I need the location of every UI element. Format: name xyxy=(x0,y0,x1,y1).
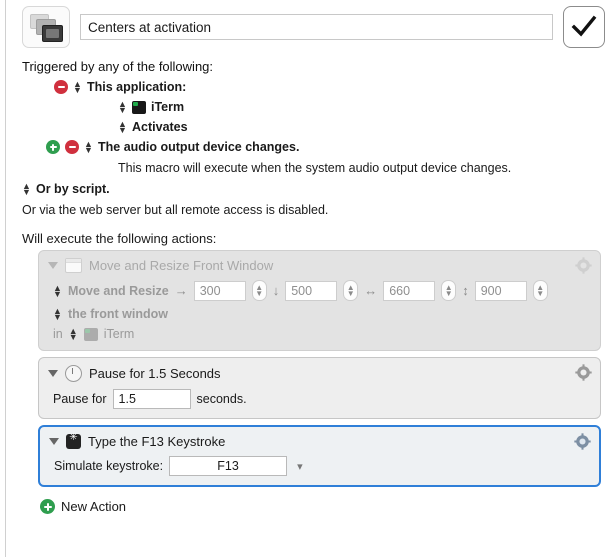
move-resize-mode-label: Move and Resize xyxy=(68,283,169,298)
trigger-type-stepper[interactable]: ▲ ▼ xyxy=(73,80,82,95)
iterm-app-icon xyxy=(132,100,146,114)
target-window-stepper[interactable]: ▲ ▼ xyxy=(53,307,62,322)
pause-prefix-label: Pause for xyxy=(53,392,107,406)
trigger-label-application: This application: xyxy=(87,80,187,94)
window-icon xyxy=(65,258,82,273)
y-axis-icon: ↓ xyxy=(272,283,280,298)
keystroke-input[interactable]: F13 xyxy=(169,456,288,476)
action-title-keystroke: Type the F13 Keystroke xyxy=(88,434,226,449)
keycap-icon xyxy=(66,432,81,449)
confirm-button[interactable] xyxy=(563,6,605,48)
macro-name-input[interactable]: Centers at activation xyxy=(80,14,553,40)
macro-header: Centers at activation xyxy=(6,0,613,52)
move-resize-app-row: in ▲ ▼ iTerm xyxy=(39,323,600,343)
trigger-row-application: ▲ ▼ This application: xyxy=(6,77,613,97)
new-action-button[interactable]: New Action xyxy=(6,493,613,518)
remove-trigger-button[interactable] xyxy=(54,80,68,94)
stacked-windows-icon[interactable] xyxy=(22,6,70,48)
new-action-label: New Action xyxy=(61,499,127,514)
gear-icon-pause[interactable] xyxy=(575,364,592,381)
keystroke-prefix-label: Simulate keystroke: xyxy=(54,459,164,473)
script-trigger-stepper[interactable]: ▲ ▼ xyxy=(22,182,31,197)
trigger-audio-description: This macro will execute when the system … xyxy=(118,161,512,175)
clock-icon xyxy=(65,365,82,382)
move-resize-target-row: ▲ ▼ the front window xyxy=(39,303,600,323)
plus-icon xyxy=(40,499,55,514)
macro-editor-pane: Centers at activation Triggered by any o… xyxy=(6,0,613,557)
trigger-app-row: ▲ ▼ iTerm xyxy=(6,97,613,117)
trigger-app-name: iTerm xyxy=(151,100,185,114)
disclosure-triangle-icon[interactable] xyxy=(48,262,58,269)
target-window-label: the front window xyxy=(68,307,168,321)
target-app-name: iTerm xyxy=(103,327,135,341)
action-pause[interactable]: Pause for 1.5 Seconds Pause for 1.5 seco… xyxy=(38,357,601,419)
pause-seconds-input[interactable]: 1.5 xyxy=(112,389,191,409)
triggers-section-label: Triggered by any of the following: xyxy=(22,59,214,74)
in-label: in xyxy=(53,327,63,341)
action-title-row-pause: Pause for 1.5 Seconds xyxy=(39,362,600,385)
action-type-keystroke[interactable]: Type the F13 Keystroke Simulate keystrok… xyxy=(38,425,601,487)
height-icon: ↕ xyxy=(462,283,469,298)
width-stepper[interactable]: ▲ ▼ xyxy=(441,280,457,301)
window-front xyxy=(42,25,63,42)
trigger-type-stepper-2[interactable]: ▲ ▼ xyxy=(84,140,93,155)
x-axis-icon: → xyxy=(174,283,188,298)
disclosure-triangle-icon-keystroke[interactable] xyxy=(49,438,59,445)
pause-params-row: Pause for 1.5 seconds. xyxy=(39,385,600,411)
add-trigger-button[interactable] xyxy=(46,140,60,154)
web-server-note: Or via the web server but all remote acc… xyxy=(22,203,329,217)
trigger-event-row: ▲ ▼ Activates xyxy=(6,117,613,137)
gear-icon-keystroke[interactable] xyxy=(574,433,591,450)
disclosure-triangle-icon-pause[interactable] xyxy=(48,370,58,377)
y-position-input[interactable]: 500 xyxy=(285,280,338,301)
actions-section-label: Will execute the following actions: xyxy=(22,231,217,246)
width-input[interactable]: 660 xyxy=(383,280,436,301)
macro-name-value: Centers at activation xyxy=(88,19,212,35)
trigger-row-script: ▲ ▼ Or by script. xyxy=(6,179,613,199)
or-by-script-label: Or by script. xyxy=(36,182,110,196)
width-icon: ↔ xyxy=(364,283,378,298)
move-mode-stepper[interactable]: ▲ ▼ xyxy=(53,283,62,298)
action-title: Move and Resize Front Window xyxy=(89,258,274,273)
y-position-stepper[interactable]: ▲ ▼ xyxy=(343,280,359,301)
trigger-event-name: Activates xyxy=(132,120,188,134)
checkmark-icon xyxy=(571,15,597,39)
chevron-down-icon[interactable]: ▾ xyxy=(297,460,303,473)
trigger-row-audio: ▲ ▼ The audio output device changes. xyxy=(6,137,613,157)
height-input[interactable]: 900 xyxy=(474,280,527,301)
height-stepper[interactable]: ▲ ▼ xyxy=(532,280,548,301)
action-title-row-keystroke: Type the F13 Keystroke xyxy=(40,431,599,452)
action-move-resize-front-window[interactable]: Move and Resize Front Window ▲ ▼ Move and… xyxy=(38,250,601,351)
iterm-app-icon-2 xyxy=(83,327,98,341)
pause-suffix-label: seconds. xyxy=(196,392,247,406)
app-select-stepper[interactable]: ▲ ▼ xyxy=(118,100,127,115)
trigger-label-audio: The audio output device changes. xyxy=(98,140,300,154)
target-app-stepper[interactable]: ▲ ▼ xyxy=(69,327,78,342)
action-title-row: Move and Resize Front Window xyxy=(39,255,600,276)
event-select-stepper[interactable]: ▲ ▼ xyxy=(118,120,127,135)
remove-trigger-button-2[interactable] xyxy=(65,140,79,154)
move-resize-params-row: ▲ ▼ Move and Resize → 300 ▲ ▼ ↓ 500 ▲ ▼ ↔ 6… xyxy=(39,276,600,303)
x-position-input[interactable]: 300 xyxy=(193,280,246,301)
keystroke-params-row: Simulate keystroke: F13 ▾ xyxy=(40,452,599,478)
gear-icon[interactable] xyxy=(575,257,592,274)
action-title-pause: Pause for 1.5 Seconds xyxy=(89,366,221,381)
x-position-stepper[interactable]: ▲ ▼ xyxy=(251,280,267,301)
